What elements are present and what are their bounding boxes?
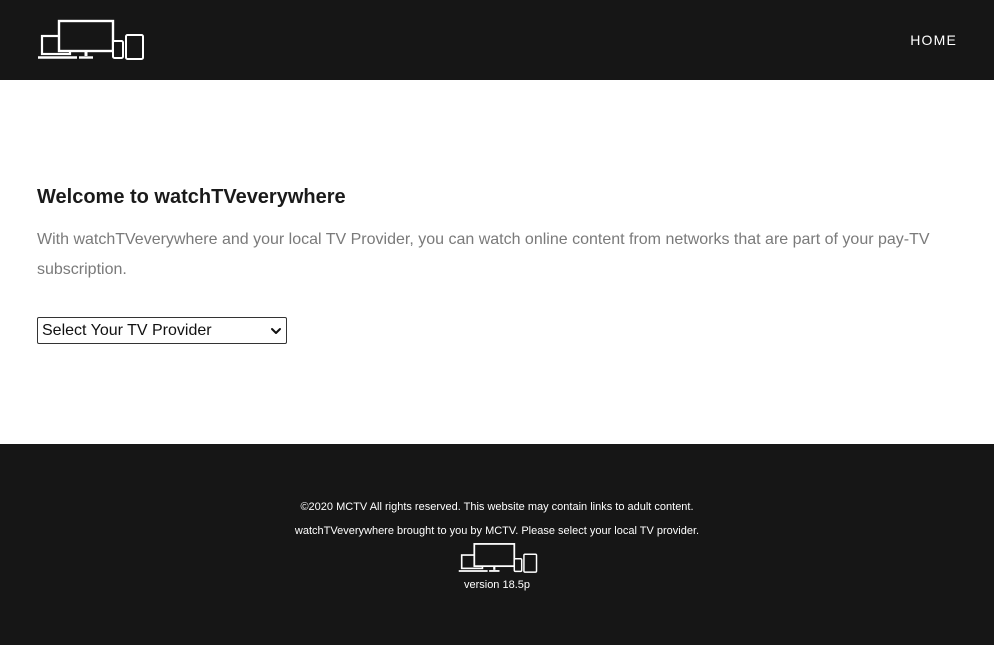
devices-logo-icon [458, 543, 538, 573]
chevron-down-icon [271, 328, 281, 334]
footer-copyright: ©2020 MCTV All rights reserved. This web… [300, 501, 694, 513]
nav-home-link[interactable]: HOME [910, 31, 957, 49]
tv-provider-select[interactable]: Select Your TV Provider [37, 317, 287, 344]
site-footer: ©2020 MCTV All rights reserved. This web… [0, 444, 994, 645]
devices-logo-icon[interactable] [37, 19, 145, 61]
footer-version: version 18.5p [463, 579, 531, 591]
page-title: Welcome to watchTVeverywhere [37, 186, 346, 208]
tv-provider-select-value: Select Your TV Provider [42, 322, 212, 339]
main-content: Welcome to watchTVeverywhere With watchT… [0, 80, 994, 444]
welcome-description: With watchTVeverywhere and your local TV… [37, 231, 930, 278]
site-header: HOME [0, 0, 994, 80]
footer-brought-by: watchTVeverywhere brought to you by MCTV… [294, 525, 700, 537]
